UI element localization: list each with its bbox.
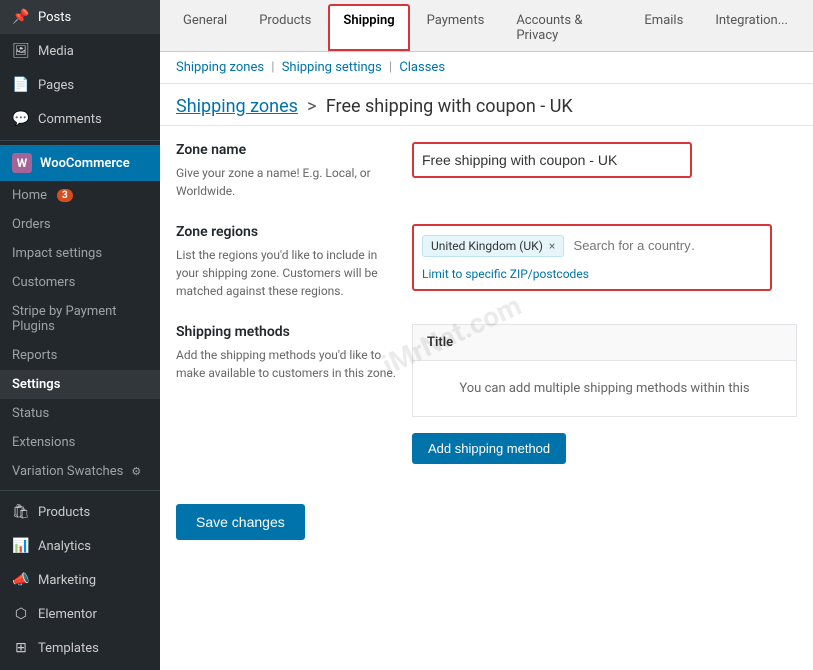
sidebar-item-marketing[interactable]: 📣 Marketing	[0, 563, 160, 597]
tab-emails[interactable]: Emails	[629, 4, 698, 51]
zone-regions-description: List the regions you'd like to include i…	[176, 246, 396, 300]
sub-nav: Shipping zones | Shipping settings | Cla…	[160, 52, 813, 84]
zone-name-input[interactable]	[418, 148, 678, 172]
sidebar: 📌 Posts 🖼 Media 📄 Pages 💬 Comments W Woo…	[0, 0, 160, 670]
region-tags-area: United Kingdom (UK) ×	[422, 234, 762, 261]
sidebar-item-analytics[interactable]: 📊 Analytics	[0, 529, 160, 563]
breadcrumb-link[interactable]: Shipping zones	[176, 96, 298, 117]
breadcrumb-separator: >	[307, 96, 316, 117]
sidebar-item-home[interactable]: Home 3	[0, 181, 160, 210]
empty-message: You can add multiple shipping methods wi…	[413, 361, 797, 417]
table-row-empty: You can add multiple shipping methods wi…	[413, 361, 797, 417]
zone-name-title: Zone name	[176, 142, 396, 158]
methods-table-header-title: Title	[413, 325, 797, 361]
tab-products[interactable]: Products	[244, 4, 326, 51]
subnav-shipping-settings[interactable]: Shipping settings	[282, 60, 382, 75]
add-shipping-method-button[interactable]: Add shipping method	[412, 433, 566, 464]
breadcrumb-current: Free shipping with coupon - UK	[326, 96, 573, 117]
shipping-methods-row: Shipping methods Add the shipping method…	[176, 324, 797, 417]
sidebar-item-templates[interactable]: ⊞ Templates	[0, 631, 160, 665]
products-icon: 🛍	[12, 503, 30, 521]
sidebar-item-stripe[interactable]: Stripe by Payment Plugins	[0, 297, 160, 341]
subnav-classes[interactable]: Classes	[399, 60, 445, 75]
region-tag-uk: United Kingdom (UK) ×	[422, 235, 564, 257]
zone-regions-field-col: United Kingdom (UK) × Limit to specific …	[412, 224, 797, 300]
methods-table-col: Title You can add multiple shipping meth…	[412, 324, 797, 417]
methods-title: Shipping methods	[176, 324, 396, 340]
zone-name-field-col	[412, 142, 797, 200]
sidebar-item-status[interactable]: Status	[0, 399, 160, 428]
sidebar-divider	[0, 140, 160, 141]
region-tag-remove[interactable]: ×	[549, 239, 555, 253]
zone-name-row: Zone name Give your zone a name! E.g. Lo…	[176, 142, 797, 200]
sidebar-item-impact[interactable]: Impact settings	[0, 239, 160, 268]
sidebar-item-customers[interactable]: Customers	[0, 268, 160, 297]
region-box: United Kingdom (UK) × Limit to specific …	[412, 224, 772, 291]
sidebar-item-comments[interactable]: 💬 Comments	[0, 102, 160, 136]
limit-zip-link[interactable]: Limit to specific ZIP/postcodes	[422, 267, 762, 281]
zone-name-description: Give your zone a name! E.g. Local, or Wo…	[176, 164, 396, 200]
sidebar-item-posts[interactable]: 📌 Posts	[0, 0, 160, 34]
sidebar-item-settings[interactable]: Settings	[0, 370, 160, 399]
subnav-shipping-zones[interactable]: Shipping zones	[176, 60, 264, 75]
pages-icon: 📄	[12, 76, 30, 94]
woocommerce-header[interactable]: W WooCommerce	[0, 145, 160, 181]
sidebar-item-extensions[interactable]: Extensions	[0, 428, 160, 457]
zone-name-label-col: Zone name Give your zone a name! E.g. Lo…	[176, 142, 396, 200]
sidebar-divider-2	[0, 490, 160, 491]
templates-icon: ⊞	[12, 639, 30, 657]
tabs-bar: General Products Shipping Payments Accou…	[160, 0, 813, 52]
tab-integrations[interactable]: Integration...	[700, 4, 803, 51]
tab-payments[interactable]: Payments	[412, 4, 500, 51]
sidebar-item-pages[interactable]: 📄 Pages	[0, 68, 160, 102]
sidebar-item-products[interactable]: 🛍 Products	[0, 495, 160, 529]
add-method-area: Add shipping method	[176, 433, 797, 464]
sidebar-item-orders[interactable]: Orders	[0, 210, 160, 239]
methods-table: Title You can add multiple shipping meth…	[412, 324, 797, 417]
actions-bar: Save changes	[160, 496, 813, 556]
zone-name-wrapper	[412, 142, 692, 178]
analytics-icon: 📊	[12, 537, 30, 555]
main-content: General Products Shipping Payments Accou…	[160, 0, 813, 670]
marketing-icon: 📣	[12, 571, 30, 589]
save-changes-button[interactable]: Save changes	[176, 504, 305, 540]
methods-label-col: Shipping methods Add the shipping method…	[176, 324, 396, 417]
media-icon: 🖼	[12, 42, 30, 60]
tab-general[interactable]: General	[168, 4, 242, 51]
zone-regions-title: Zone regions	[176, 224, 396, 240]
tab-accounts-privacy[interactable]: Accounts & Privacy	[501, 4, 627, 51]
zone-regions-row: Zone regions List the regions you'd like…	[176, 224, 797, 300]
variation-swatches-icon: ⚙	[131, 465, 141, 478]
region-search-input[interactable]	[574, 238, 694, 253]
page-header: Shipping zones > Free shipping with coup…	[160, 84, 813, 126]
sidebar-item-media[interactable]: 🖼 Media	[0, 34, 160, 68]
woo-icon: W	[12, 153, 32, 173]
posts-icon: 📌	[12, 8, 30, 26]
sidebar-item-variation-swatches[interactable]: Variation Swatches ⚙	[0, 457, 160, 486]
methods-description: Add the shipping methods you'd like to m…	[176, 346, 396, 382]
region-tag-label: United Kingdom (UK)	[431, 239, 543, 253]
sidebar-item-elementor[interactable]: ⬡ Elementor	[0, 597, 160, 631]
form-area: Zone name Give your zone a name! E.g. Lo…	[160, 126, 813, 496]
sidebar-item-reports[interactable]: Reports	[0, 341, 160, 370]
elementor-icon: ⬡	[12, 605, 30, 623]
tab-shipping[interactable]: Shipping	[328, 4, 409, 51]
zone-regions-label-col: Zone regions List the regions you'd like…	[176, 224, 396, 300]
comments-icon: 💬	[12, 110, 30, 128]
